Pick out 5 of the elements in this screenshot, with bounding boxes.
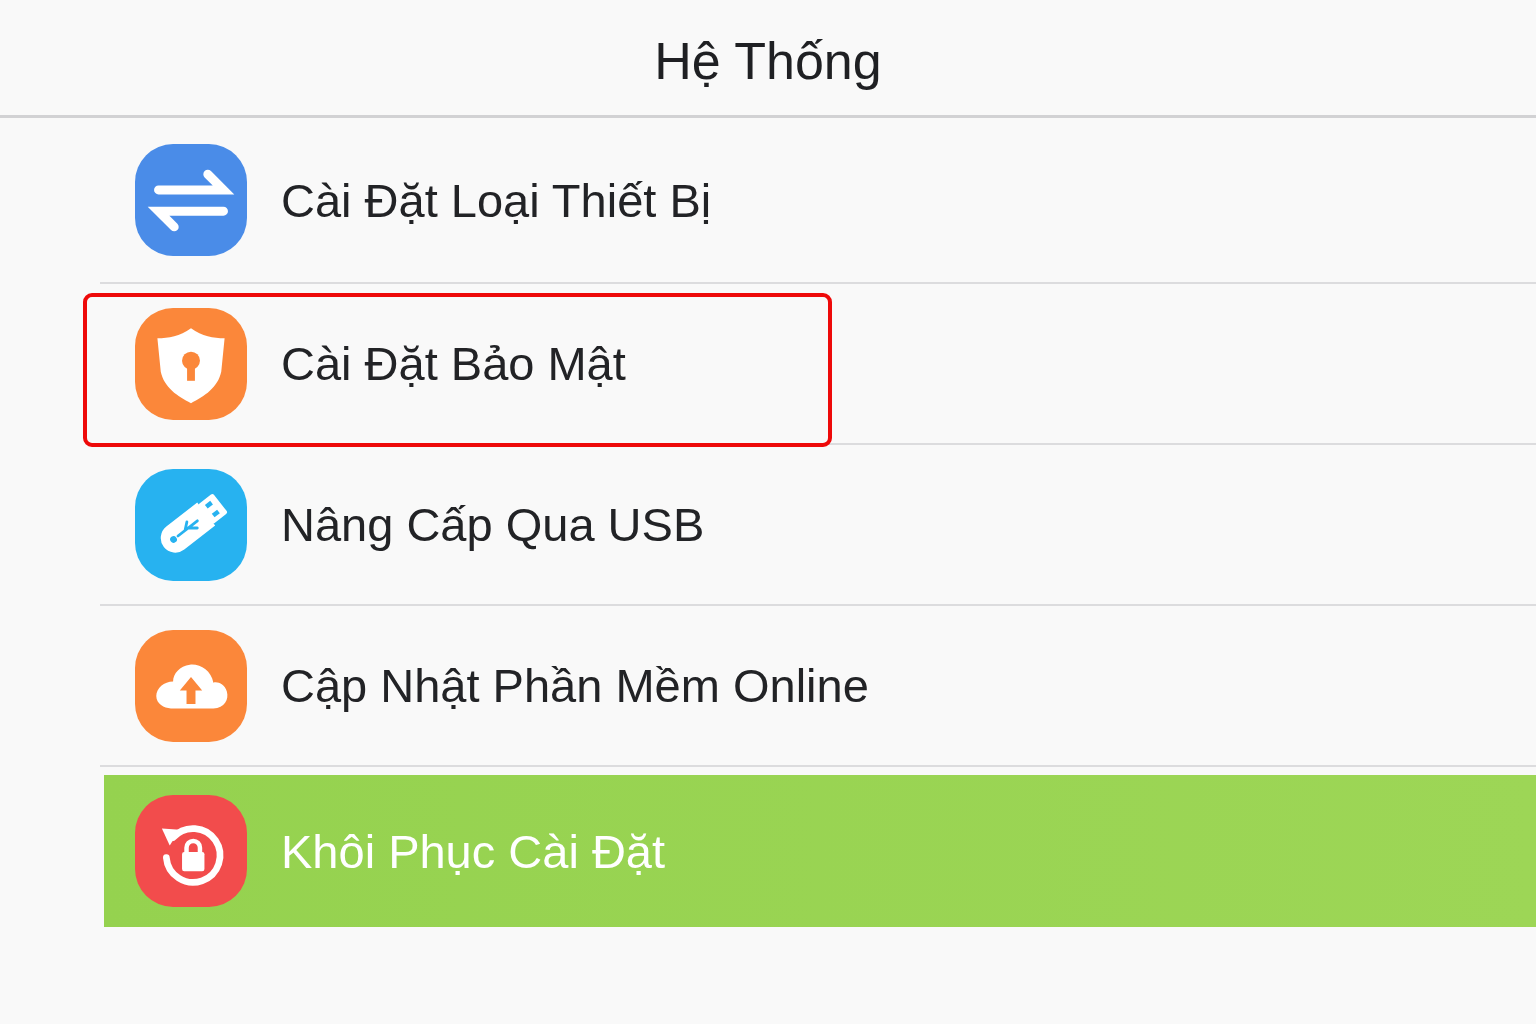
settings-row[interactable]: Nâng Cấp Qua USB: [100, 445, 1536, 606]
settings-row[interactable]: Cài Đặt Loại Thiết Bị: [100, 118, 1536, 284]
settings-row[interactable]: Cài Đặt Bảo Mật: [100, 284, 1536, 445]
screen-title: Hệ Thống: [654, 30, 882, 91]
settings-row[interactable]: Cập Nhật Phần Mềm Online: [100, 606, 1536, 767]
